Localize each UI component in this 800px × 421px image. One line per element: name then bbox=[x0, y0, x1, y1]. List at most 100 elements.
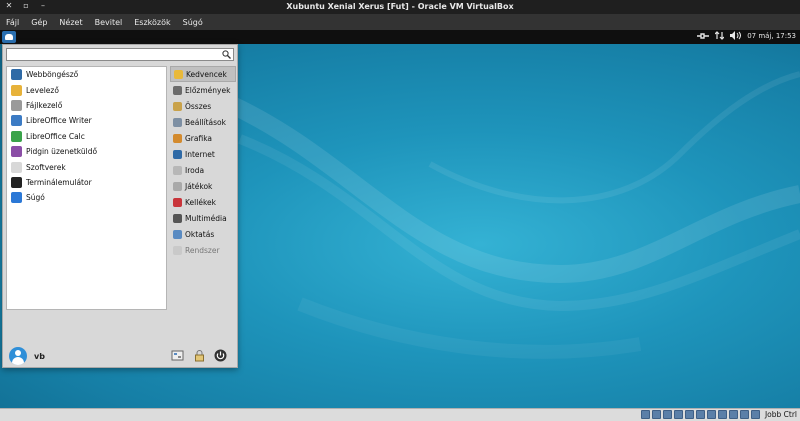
terminal-icon bbox=[11, 176, 22, 188]
calc-icon bbox=[11, 130, 22, 142]
app-item-label: Pidgin üzenetküldő bbox=[26, 147, 98, 157]
app-item-label: LibreOffice Calc bbox=[26, 131, 85, 141]
category-item-label: Kedvencek bbox=[186, 69, 227, 79]
menu-devices[interactable]: Eszközök bbox=[128, 18, 176, 27]
vm-statusbar: Jobb Ctrl bbox=[0, 408, 800, 421]
category-item[interactable]: Multimédia bbox=[170, 210, 236, 226]
cpu-icon[interactable] bbox=[729, 410, 738, 419]
category-item-label: Rendszer bbox=[185, 245, 220, 255]
app-item[interactable]: Fájlkezelő bbox=[7, 98, 166, 113]
host-key-icon bbox=[751, 410, 760, 419]
audio-icon[interactable] bbox=[663, 410, 672, 419]
updown-arrows-icon[interactable] bbox=[715, 31, 725, 40]
window-titlebar: ✕ ▫ – Xubuntu Xenial Xerus [Fut] - Oracl… bbox=[0, 0, 800, 14]
usb-icon[interactable] bbox=[685, 410, 694, 419]
multimedia-icon bbox=[173, 213, 182, 223]
favorites-list: Webböngésző Levelező Fájlkezelő LibreOffice… bbox=[6, 66, 167, 310]
username: vb bbox=[34, 352, 45, 361]
games-icon bbox=[173, 181, 182, 191]
network-adapter-icon[interactable] bbox=[674, 410, 683, 419]
favorites-icon bbox=[174, 69, 183, 79]
category-item[interactable]: Előzmények bbox=[170, 82, 236, 98]
education-icon bbox=[173, 229, 182, 239]
category-list: Kedvencek Előzmények Összes Beállítások Graf… bbox=[170, 66, 236, 310]
volume-icon[interactable] bbox=[730, 31, 742, 40]
power-icon[interactable] bbox=[214, 349, 227, 362]
whisker-menu: Webböngésző Levelező Fájlkezelő LibreOffice… bbox=[2, 44, 238, 368]
clock[interactable]: 07 máj, 17:53 bbox=[747, 32, 796, 40]
system-icon bbox=[173, 245, 182, 255]
search-field[interactable] bbox=[6, 48, 234, 61]
category-item-label: Összes bbox=[185, 101, 212, 111]
menu-input[interactable]: Bevitel bbox=[89, 18, 129, 27]
category-item[interactable]: Kedvencek bbox=[170, 66, 236, 82]
menu-help[interactable]: Súgó bbox=[177, 18, 209, 27]
search-input[interactable] bbox=[7, 49, 221, 60]
app-item[interactable]: Súgó bbox=[7, 190, 166, 205]
category-item-label: Játékok bbox=[185, 181, 213, 191]
app-item[interactable]: Webböngésző bbox=[7, 67, 166, 82]
xfce-mouse-icon bbox=[5, 34, 13, 40]
category-item[interactable]: Játékok bbox=[170, 178, 236, 194]
app-item-label: LibreOffice Writer bbox=[26, 116, 92, 126]
category-item-label: Multimédia bbox=[185, 213, 227, 223]
category-item[interactable]: Oktatás bbox=[170, 226, 236, 242]
folder-icon bbox=[173, 101, 182, 111]
app-item-label: Súgó bbox=[26, 193, 45, 203]
category-item-label: Kellékek bbox=[185, 197, 216, 207]
file-manager-icon bbox=[11, 99, 22, 111]
category-item[interactable]: Összes bbox=[170, 98, 236, 114]
graphics-icon bbox=[173, 133, 182, 143]
app-item-label: Fájlkezelő bbox=[26, 100, 63, 110]
app-item[interactable]: Szoftverek bbox=[7, 159, 166, 174]
writer-icon bbox=[11, 115, 22, 127]
app-item[interactable]: Pidgin üzenetküldő bbox=[7, 144, 166, 159]
menu-file[interactable]: Fájl bbox=[0, 18, 25, 27]
whisker-menu-button[interactable] bbox=[2, 31, 16, 43]
menu-view[interactable]: Nézet bbox=[53, 18, 88, 27]
app-item[interactable]: Terminálemulátor bbox=[7, 175, 166, 190]
category-item-label: Oktatás bbox=[185, 229, 215, 239]
category-item[interactable]: Internet bbox=[170, 146, 236, 162]
shared-folders-icon[interactable] bbox=[696, 410, 705, 419]
category-item-label: Előzmények bbox=[185, 85, 231, 95]
optical-drive-icon[interactable] bbox=[652, 410, 661, 419]
search-icon bbox=[222, 50, 231, 59]
accessories-icon bbox=[173, 197, 182, 207]
display-icon[interactable] bbox=[707, 410, 716, 419]
category-item[interactable]: Iroda bbox=[170, 162, 236, 178]
settings-manager-icon[interactable] bbox=[171, 349, 184, 362]
app-item-label: Webböngésző bbox=[26, 70, 79, 80]
category-item-label: Beállítások bbox=[185, 117, 226, 127]
app-item[interactable]: Levelező bbox=[7, 82, 166, 97]
category-item[interactable]: Beállítások bbox=[170, 114, 236, 130]
system-tray: 07 máj, 17:53 bbox=[697, 31, 796, 40]
category-item[interactable]: Grafika bbox=[170, 130, 236, 146]
menu-machine[interactable]: Gép bbox=[25, 18, 53, 27]
app-item[interactable]: LibreOffice Writer bbox=[7, 113, 166, 128]
user-avatar bbox=[9, 347, 27, 365]
internet-icon bbox=[173, 149, 182, 159]
help-icon bbox=[11, 192, 22, 204]
network-icon[interactable] bbox=[697, 32, 710, 40]
top-panel: 07 máj, 17:53 bbox=[0, 30, 800, 44]
office-icon bbox=[173, 165, 182, 175]
category-item[interactable]: Kellékek bbox=[170, 194, 236, 210]
software-icon bbox=[11, 161, 22, 173]
app-item-label: Terminálemulátor bbox=[26, 177, 92, 187]
host-menubar: Fájl Gép Nézet Bevitel Eszközök Súgó bbox=[0, 14, 800, 30]
category-item[interactable]: Rendszer bbox=[170, 242, 236, 258]
menu-footer: vb bbox=[3, 345, 237, 367]
device-status-icons bbox=[641, 410, 760, 419]
lock-screen-icon[interactable] bbox=[193, 349, 206, 362]
category-item-label: Iroda bbox=[185, 165, 205, 175]
hard-disk-icon[interactable] bbox=[641, 410, 650, 419]
video-capture-icon[interactable] bbox=[718, 410, 727, 419]
history-icon bbox=[173, 85, 182, 95]
host-key-label: Jobb Ctrl bbox=[764, 410, 797, 419]
app-item-label: Levelező bbox=[26, 85, 59, 95]
app-item[interactable]: LibreOffice Calc bbox=[7, 129, 166, 144]
mouse-integration-icon[interactable] bbox=[740, 410, 749, 419]
web-browser-icon bbox=[11, 69, 22, 81]
settings-icon bbox=[173, 117, 182, 127]
